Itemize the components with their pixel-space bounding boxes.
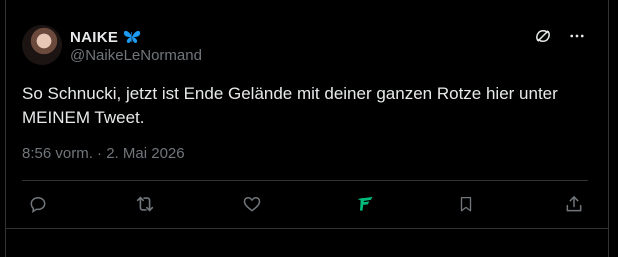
analytics-icon[interactable]	[353, 192, 377, 216]
retweet-icon[interactable]	[133, 192, 157, 216]
bookmark-icon[interactable]	[454, 192, 478, 216]
display-name[interactable]: NAIKE	[70, 29, 118, 46]
avatar[interactable]	[22, 25, 62, 65]
butterfly-icon	[122, 29, 142, 45]
card-bottom-border	[5, 228, 609, 229]
user-handle[interactable]: @NaikeLeNormand	[70, 47, 202, 64]
tweet-top-actions	[533, 26, 587, 46]
tweet-time: 8:56 vorm.	[22, 145, 93, 162]
meta-separator: ·	[97, 145, 103, 162]
author-name-row[interactable]: NAIKE	[70, 27, 142, 47]
reply-icon[interactable]	[26, 192, 50, 216]
tweet-timestamp[interactable]: 8:56 vorm. · 2. Mai 2026	[22, 145, 185, 162]
like-icon[interactable]	[240, 192, 264, 216]
divider	[22, 180, 588, 181]
grok-icon[interactable]	[533, 26, 553, 46]
share-icon[interactable]	[562, 192, 586, 216]
tweet-date: 2. Mai 2026	[106, 145, 185, 162]
tweet-action-bar	[22, 192, 588, 216]
more-icon[interactable]	[567, 26, 587, 46]
tweet-text: So Schnucki, jetzt ist Ende Gelände mit …	[22, 84, 558, 127]
